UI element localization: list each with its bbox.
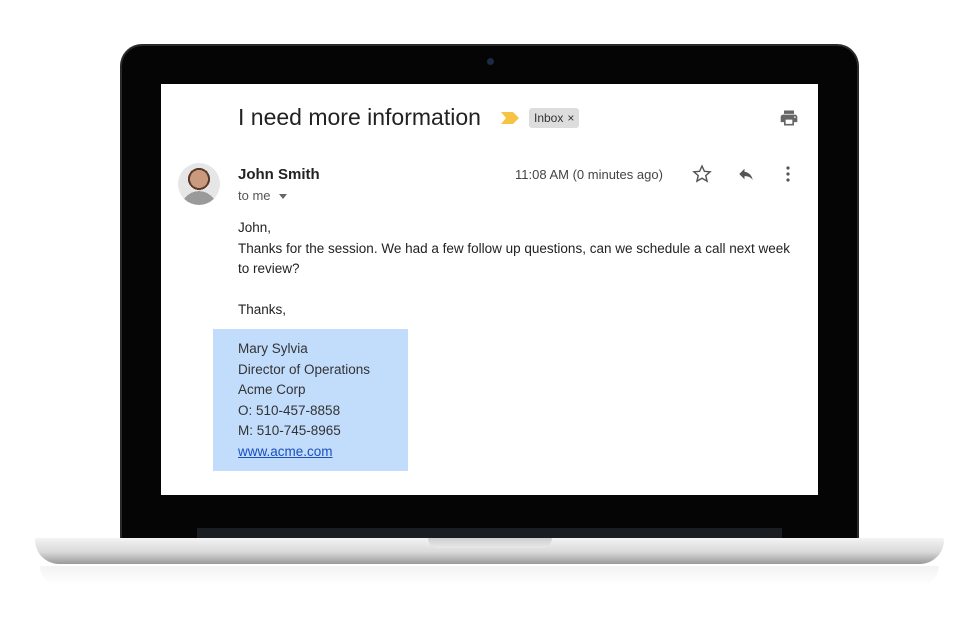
signature-mobile-phone: M: 510-745-8965 <box>238 423 341 439</box>
remove-label-button[interactable]: × <box>567 111 574 125</box>
inbox-label: Inbox × <box>529 108 580 128</box>
email-subject: I need more information <box>238 104 481 130</box>
email-body: John, Thanks for the session. We had a f… <box>238 218 798 320</box>
signature-company: Acme Corp <box>238 382 306 398</box>
recipient-text: to me <box>238 188 271 203</box>
laptop-hinge <box>197 528 782 538</box>
print-icon[interactable] <box>779 108 799 128</box>
label-text: Inbox <box>534 111 564 125</box>
reply-icon[interactable] <box>736 165 756 183</box>
webcam <box>487 58 494 65</box>
closing: Thanks, <box>238 301 287 317</box>
chevron-down-icon <box>279 193 288 199</box>
email-view: I need more information Inbox × John Smit… <box>161 84 818 495</box>
signature-title: Director of Operations <box>238 361 371 377</box>
star-icon[interactable] <box>692 164 712 184</box>
more-vert-icon[interactable] <box>785 164 791 184</box>
reflection <box>40 566 939 586</box>
avatar <box>178 163 220 205</box>
signature-office-phone: O: 510-457-8858 <box>238 402 341 418</box>
timestamp: 11:08 AM (0 minutes ago) <box>515 167 663 182</box>
signature-name: Mary Sylvia <box>238 341 308 356</box>
sender-name: John Smith <box>238 166 320 183</box>
recipient-dropdown[interactable]: to me <box>238 188 288 203</box>
laptop-notch <box>428 538 552 548</box>
important-marker-icon[interactable] <box>501 112 519 124</box>
signature-block: Mary Sylvia Director of Operations Acme … <box>213 329 408 471</box>
body-text: Thanks for the session. We had a few fol… <box>238 240 791 277</box>
signature-website-link[interactable]: www.acme.com <box>238 444 333 459</box>
greeting: John, <box>238 220 272 235</box>
